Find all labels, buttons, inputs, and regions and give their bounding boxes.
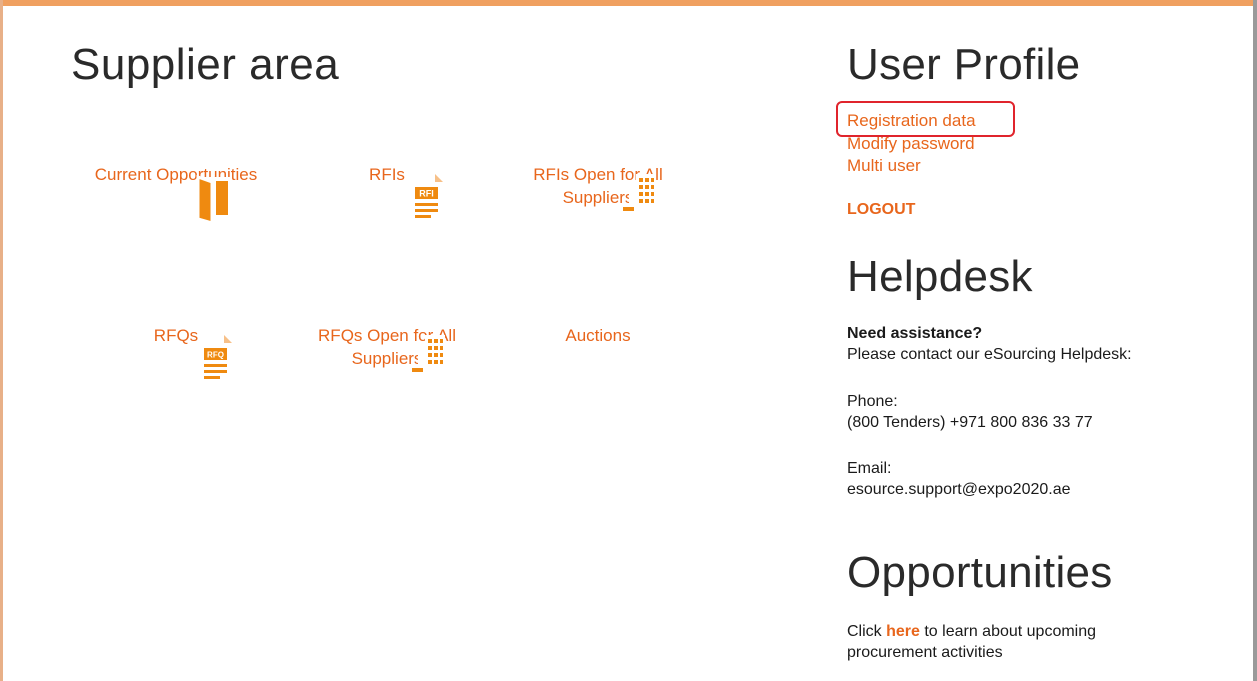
- tile-rfis-open-all-suppliers[interactable]: RFIs Open for All Suppliers: [498, 159, 698, 219]
- phone-block: Phone: (800 Tenders) +971 800 836 33 77: [847, 391, 1093, 433]
- phone-value: (800 Tenders) +971 800 836 33 77: [847, 414, 1093, 431]
- supplier-area-title: Supplier area: [71, 40, 340, 89]
- user-profile-title: User Profile: [847, 40, 1081, 89]
- multi-user-link[interactable]: Multi user: [847, 155, 921, 177]
- tile-auctions[interactable]: Auctions: [498, 320, 698, 383]
- assistance-text: Please contact our eSourcing Helpdesk:: [847, 346, 1132, 363]
- assistance-heading: Need assistance?: [847, 325, 983, 342]
- svg-text:RFI: RFI: [419, 189, 434, 199]
- email-block: Email: esource.support@expo2020.ae: [847, 458, 1071, 500]
- tile-current-opportunities[interactable]: Current Opportunities: [76, 159, 276, 225]
- here-link[interactable]: here: [886, 623, 920, 640]
- email-value: esource.support@expo2020.ae: [847, 481, 1071, 498]
- helpdesk-title: Helpdesk: [847, 252, 1033, 301]
- assistance-block: Need assistance? Please contact our eSou…: [847, 323, 1132, 365]
- phone-label: Phone:: [847, 393, 898, 410]
- tile-rfis[interactable]: RFI RFIs: [287, 159, 487, 221]
- opportunities-text: Click here to learn about upcoming procu…: [847, 621, 1177, 663]
- opportunities-title: Opportunities: [847, 548, 1113, 597]
- tile-rfqs[interactable]: RFQ RFQs: [76, 320, 276, 382]
- window-right-border: [1253, 0, 1257, 681]
- tile-rfqs-open-all-suppliers[interactable]: RFQs Open for All Suppliers: [287, 320, 487, 380]
- svg-text:RFQ: RFQ: [207, 351, 224, 360]
- email-label: Email:: [847, 460, 892, 477]
- registration-data-link[interactable]: Registration data: [847, 110, 976, 132]
- modify-password-link[interactable]: Modify password: [847, 133, 975, 155]
- window-left-border: [0, 0, 3, 681]
- logout-link[interactable]: LOGOUT: [847, 201, 915, 219]
- opportunities-text-before: Click: [847, 623, 887, 640]
- window-top-border: [0, 0, 1257, 6]
